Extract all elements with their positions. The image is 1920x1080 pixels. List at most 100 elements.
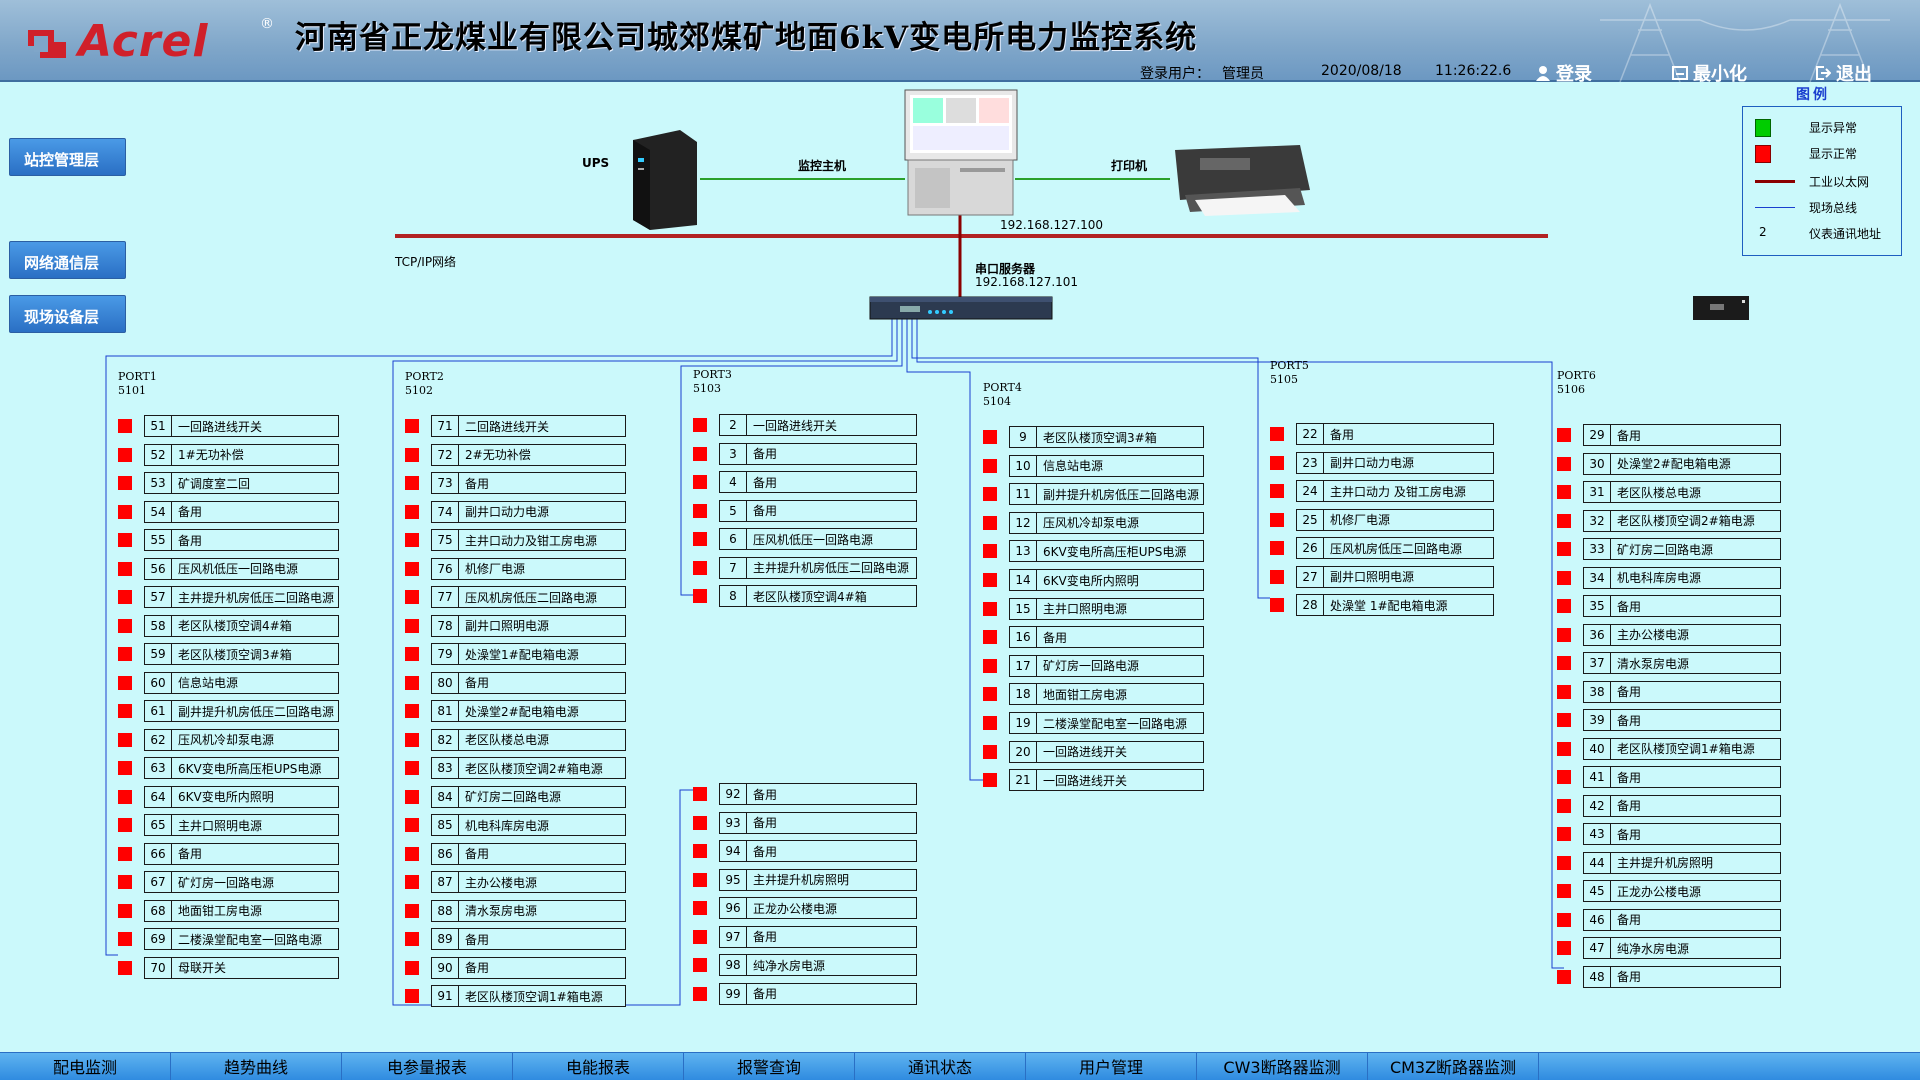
device-box[interactable]: 92 备用 <box>719 783 917 805</box>
device-box[interactable]: 9 老区队楼顶空调3#箱 <box>1009 426 1204 448</box>
status-indicator-icon[interactable] <box>693 958 707 972</box>
device-box[interactable]: 75 主井口动力及钳工房电源 <box>431 529 626 551</box>
device-box[interactable]: 47 纯净水房电源 <box>1583 937 1781 959</box>
device-box[interactable]: 37 清水泵房电源 <box>1583 652 1781 674</box>
status-indicator-icon[interactable] <box>118 704 132 718</box>
device-row[interactable]: 14 6KV变电所内照明 <box>983 569 1204 591</box>
status-indicator-icon[interactable] <box>1270 569 1284 584</box>
status-indicator-icon[interactable] <box>693 475 707 489</box>
device-box[interactable]: 40 老区队楼顶空调1#箱电源 <box>1583 737 1781 760</box>
device-row[interactable]: 67 矿灯房一回路电源 <box>118 871 339 893</box>
status-indicator-icon[interactable] <box>118 761 132 775</box>
device-row[interactable]: 80 备用 <box>405 671 626 694</box>
status-indicator-icon[interactable] <box>118 903 132 918</box>
device-row[interactable]: 75 主井口动力及钳工房电源 <box>405 529 626 551</box>
device-box[interactable]: 51 一回路进线开关 <box>144 415 339 437</box>
device-row[interactable]: 71 二回路进线开关 <box>405 415 626 437</box>
device-box[interactable]: 15 主井口照明电源 <box>1009 597 1204 620</box>
device-row[interactable]: 96 正龙办公楼电源 <box>693 897 917 919</box>
status-indicator-icon[interactable] <box>405 732 419 747</box>
status-indicator-icon[interactable] <box>693 446 707 461</box>
device-box[interactable]: 14 6KV变电所内照明 <box>1009 569 1204 591</box>
status-indicator-icon[interactable] <box>405 818 419 832</box>
status-indicator-icon[interactable] <box>1557 969 1571 984</box>
nav-tab[interactable]: 趋势曲线 <box>171 1053 342 1080</box>
status-indicator-icon[interactable] <box>118 732 132 747</box>
status-indicator-icon[interactable] <box>118 447 132 462</box>
device-row[interactable]: 8 老区队楼顶空调4#箱 <box>693 585 917 607</box>
status-indicator-icon[interactable] <box>1557 599 1571 613</box>
device-row[interactable]: 11 副井提升机房低压二回路电源 <box>983 483 1204 506</box>
device-box[interactable]: 66 备用 <box>144 842 339 865</box>
device-box[interactable]: 33 矿灯房二回路电源 <box>1583 538 1781 560</box>
device-box[interactable]: 72 2#无功补偿 <box>431 443 626 466</box>
device-box[interactable]: 68 地面钳工房电源 <box>144 899 339 922</box>
device-box[interactable]: 24 主井口动力 及钳工房电源 <box>1296 480 1494 502</box>
device-row[interactable]: 31 老区队楼总电源 <box>1557 481 1781 503</box>
device-box[interactable]: 87 主办公楼电源 <box>431 871 626 893</box>
status-indicator-icon[interactable] <box>693 815 707 830</box>
device-row[interactable]: 12 压风机冷却泵电源 <box>983 511 1204 534</box>
status-indicator-icon[interactable] <box>693 844 707 858</box>
status-indicator-icon[interactable] <box>118 476 132 490</box>
device-box[interactable]: 53 矿调度室二回 <box>144 472 339 494</box>
device-box[interactable]: 12 压风机冷却泵电源 <box>1009 511 1204 534</box>
device-row[interactable]: 76 机修厂电源 <box>405 557 626 580</box>
status-indicator-icon[interactable] <box>693 503 707 518</box>
device-row[interactable]: 25 机修厂电源 <box>1270 508 1494 531</box>
device-box[interactable]: 71 二回路进线开关 <box>431 415 626 437</box>
nav-tab[interactable]: 报警查询 <box>684 1053 855 1080</box>
status-indicator-icon[interactable] <box>118 932 132 946</box>
status-indicator-icon[interactable] <box>405 704 419 718</box>
device-row[interactable]: 33 矿灯房二回路电源 <box>1557 538 1781 560</box>
nav-tab[interactable]: CW3断路器监测 <box>1197 1053 1368 1080</box>
status-indicator-icon[interactable] <box>1557 570 1571 585</box>
status-indicator-icon[interactable] <box>405 618 419 633</box>
device-row[interactable]: 64 6KV变电所内照明 <box>118 785 339 808</box>
device-box[interactable]: 23 副井口动力电源 <box>1296 451 1494 474</box>
device-row[interactable]: 15 主井口照明电源 <box>983 597 1204 620</box>
nav-tab[interactable]: 配电监测 <box>0 1053 171 1080</box>
status-indicator-icon[interactable] <box>405 875 419 889</box>
device-row[interactable]: 93 备用 <box>693 811 917 834</box>
nav-tab[interactable]: 电能报表 <box>513 1053 684 1080</box>
device-box[interactable]: 46 备用 <box>1583 908 1781 931</box>
device-box[interactable]: 48 备用 <box>1583 965 1781 988</box>
status-indicator-icon[interactable] <box>693 418 707 432</box>
status-indicator-icon[interactable] <box>983 515 997 530</box>
device-row[interactable]: 91 老区队楼顶空调1#箱电源 <box>405 985 626 1007</box>
status-indicator-icon[interactable] <box>405 761 419 775</box>
device-row[interactable]: 30 处澡堂2#配电箱电源 <box>1557 452 1781 475</box>
device-box[interactable]: 70 母联开关 <box>144 956 339 979</box>
device-box[interactable]: 35 备用 <box>1583 595 1781 617</box>
status-indicator-icon[interactable] <box>693 872 707 887</box>
status-indicator-icon[interactable] <box>983 630 997 645</box>
status-indicator-icon[interactable] <box>693 901 707 915</box>
device-row[interactable]: 53 矿调度室二回 <box>118 472 339 494</box>
device-box[interactable]: 55 备用 <box>144 529 339 551</box>
device-row[interactable]: 20 一回路进线开关 <box>983 740 1204 763</box>
device-row[interactable]: 17 矿灯房一回路电源 <box>983 654 1204 677</box>
device-box[interactable]: 29 备用 <box>1583 424 1781 446</box>
device-row[interactable]: 77 压风机房低压二回路电源 <box>405 586 626 608</box>
device-row[interactable]: 27 副井口照明电源 <box>1270 565 1494 588</box>
status-indicator-icon[interactable] <box>693 929 707 944</box>
device-box[interactable]: 61 副井提升机房低压二回路电源 <box>144 700 339 722</box>
device-row[interactable]: 82 老区队楼总电源 <box>405 728 626 751</box>
device-box[interactable]: 30 处澡堂2#配电箱电源 <box>1583 452 1781 475</box>
device-row[interactable]: 6 压风机低压一回路电源 <box>693 528 917 550</box>
device-row[interactable]: 99 备用 <box>693 982 917 1005</box>
status-indicator-icon[interactable] <box>1270 427 1284 441</box>
device-box[interactable]: 16 备用 <box>1009 626 1204 649</box>
device-box[interactable]: 7 主井提升机房低压二回路电源 <box>719 556 917 579</box>
status-indicator-icon[interactable] <box>1270 541 1284 555</box>
device-box[interactable]: 67 矿灯房一回路电源 <box>144 871 339 893</box>
device-box[interactable]: 45 正龙办公楼电源 <box>1583 880 1781 902</box>
device-box[interactable]: 64 6KV变电所内照明 <box>144 785 339 808</box>
device-box[interactable]: 99 备用 <box>719 982 917 1005</box>
device-box[interactable]: 20 一回路进线开关 <box>1009 740 1204 763</box>
status-indicator-icon[interactable] <box>118 561 132 576</box>
device-box[interactable]: 32 老区队楼顶空调2#箱电源 <box>1583 509 1781 532</box>
status-indicator-icon[interactable] <box>405 675 419 690</box>
device-box[interactable]: 38 备用 <box>1583 680 1781 703</box>
